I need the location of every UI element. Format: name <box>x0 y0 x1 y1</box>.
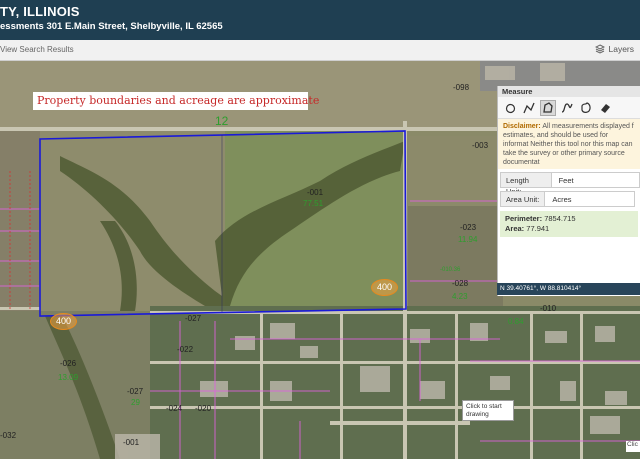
measure-disclaimer: Disclaimer: All measurements displayed f… <box>498 119 640 169</box>
road-label: 12 <box>215 114 229 128</box>
freehand-line-tool-icon[interactable] <box>559 100 575 116</box>
length-unit-label: Length Unit: <box>500 172 552 196</box>
click-stub[interactable]: Clic <box>626 441 640 452</box>
parcel-id: -020 <box>195 404 212 413</box>
parcel-acres: -010.36 <box>440 267 461 273</box>
freehand-area-tool-icon[interactable] <box>540 100 556 116</box>
layers-label: Layers <box>608 44 634 54</box>
perimeter-value: 7854.715 <box>544 214 576 223</box>
area-label: Area: <box>505 224 525 233</box>
coordinate-readout: N 39.40761°, W 88.810414° <box>497 283 640 295</box>
polyline-tool-icon[interactable] <box>521 100 537 116</box>
parcel-id: -001 <box>123 438 140 447</box>
parcel-acres: 11.94 <box>458 235 478 244</box>
parcel-id: -028 <box>452 279 469 288</box>
parcel-id: -023 <box>460 223 477 232</box>
drawing-tooltip: Click to start drawing <box>462 400 514 421</box>
parcel-id: -022 <box>177 345 194 354</box>
parcel-id: -001 <box>307 188 324 197</box>
measure-panel: Measure Disclaimer: All measurements dis… <box>497 86 640 296</box>
parcel-badge: 400 <box>371 279 398 296</box>
circle-tool-icon[interactable] <box>502 100 518 116</box>
parcel-acres: 4.23 <box>452 292 468 301</box>
perimeter-label: Perimeter: <box>505 214 543 223</box>
measurement-result: Perimeter: 7854.715 Area: 77.941 <box>500 211 638 237</box>
parcel-acres: 29 <box>131 398 140 407</box>
measure-panel-title: Measure <box>498 86 640 97</box>
length-unit-row: Length Unit: Feet <box>500 172 640 196</box>
parcel-acres: 0.84 <box>508 317 524 326</box>
office-address: essments 301 E.Main Street, Shelbyville,… <box>0 21 223 32</box>
layers-icon <box>595 44 606 54</box>
parcel-id: -098 <box>453 83 470 92</box>
gis-map-page: TY, ILLINOIS essments 301 E.Main Street,… <box>0 0 640 459</box>
view-search-results-link[interactable]: View Search Results <box>0 45 74 54</box>
parcel-id: -027 <box>127 387 144 396</box>
map-toolbar: View Search Results Layers <box>0 40 640 61</box>
area-value: 77.941 <box>526 224 550 233</box>
length-unit-select[interactable]: Feet <box>551 172 640 188</box>
app-header: TY, ILLINOIS essments 301 E.Main Street,… <box>0 0 640 40</box>
disclaimer-label: Disclaimer: <box>503 123 541 130</box>
county-title: TY, ILLINOIS <box>0 4 80 19</box>
eraser-tool-icon[interactable] <box>597 100 613 116</box>
parcel-id: -010 <box>540 304 557 313</box>
parcel-id: -032 <box>0 431 17 440</box>
parcel-id: -026 <box>60 359 77 368</box>
parcel-acres: 77.51 <box>303 199 324 208</box>
parcel-id: -027 <box>185 314 202 323</box>
measure-toolbar <box>498 97 640 119</box>
parcel-id: -003 <box>472 141 489 150</box>
layers-button[interactable]: Layers <box>595 44 634 54</box>
parcel-acres: 13.09 <box>58 373 79 382</box>
polygon-tool-icon[interactable] <box>578 100 594 116</box>
area-unit-row: Area Unit: Acres <box>500 191 640 207</box>
parcel-id: -024 <box>166 404 183 413</box>
acreage-disclaimer-banner: Property boundaries and acreage are appr… <box>33 92 319 110</box>
area-unit-select[interactable]: Acres <box>545 191 636 207</box>
area-unit-label: Area Unit: <box>500 191 546 207</box>
parcel-badge: 400 <box>50 313 77 330</box>
